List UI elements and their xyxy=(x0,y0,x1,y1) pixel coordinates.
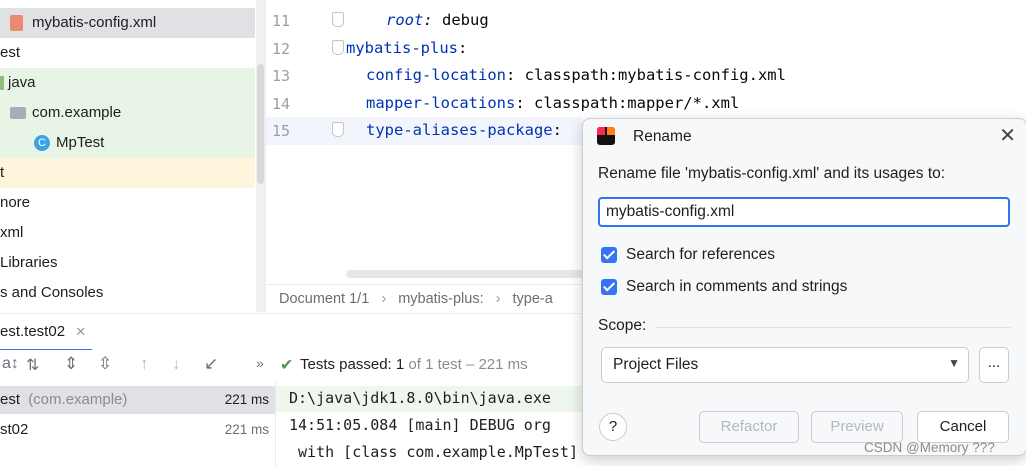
collapse-all-icon[interactable]: ⇳ xyxy=(98,354,112,374)
tests-status: Tests passed: 1 of 1 test – 221 ms xyxy=(300,356,528,373)
code-line-13: config-location: classpath:mybatis-confi… xyxy=(366,66,786,84)
sort-duration-icon[interactable]: ⇅ xyxy=(26,355,39,375)
expand-all-icon[interactable]: ⇕ xyxy=(64,354,78,374)
more-chevron-icon[interactable]: » xyxy=(256,355,264,371)
test-row-method[interactable]: st02 221 ms xyxy=(0,416,275,444)
breadcrumb: Document 1/1 › mybatis-plus: › type-a xyxy=(266,284,596,313)
chevron-down-icon: ▼ xyxy=(948,356,960,370)
tree-item-gitignore[interactable]: nore xyxy=(0,188,255,218)
run-tabs: est.test02 ✕ xyxy=(0,313,600,351)
next-failed-icon[interactable]: ↓ xyxy=(172,354,181,374)
close-icon[interactable]: ✕ xyxy=(75,324,86,339)
editor-horizontal-scrollbar[interactable] xyxy=(346,270,586,278)
test-results-tree: est (com.example) 221 ms st02 221 ms xyxy=(0,382,276,466)
scope-label: Scope: xyxy=(598,317,647,334)
line-number: 15 xyxy=(271,122,290,140)
code-line-15: type-aliases-package: xyxy=(366,121,562,139)
xml-file-icon xyxy=(10,15,23,31)
breadcrumb-document[interactable]: Document 1/1 xyxy=(279,291,369,307)
tree-item-java[interactable]: java xyxy=(0,68,255,98)
line-number: 11 xyxy=(271,12,290,30)
tree-item-external-libraries[interactable]: Libraries xyxy=(0,248,255,278)
fold-marker-icon[interactable] xyxy=(332,40,344,55)
dialog-title: Rename xyxy=(633,128,692,145)
preview-button[interactable]: Preview xyxy=(811,411,903,443)
code-line-14: mapper-locations: classpath:mapper/*.xml xyxy=(366,94,740,112)
rename-prompt: Rename file 'mybatis-config.xml' and its… xyxy=(598,165,946,182)
console-output[interactable]: D:\java\jdk1.8.0\bin\java.exe 14:51:05.0… xyxy=(276,382,596,466)
tree-item-mybatis-config[interactable]: mybatis-config.xml xyxy=(0,8,255,38)
export-icon[interactable]: ↙ xyxy=(204,354,218,374)
tree-item-mptest[interactable]: C MpTest xyxy=(0,128,255,158)
refactor-button[interactable]: Refactor xyxy=(699,411,799,443)
tree-item-pom[interactable]: xml xyxy=(0,218,255,248)
intellij-logo-icon xyxy=(597,127,615,145)
tree-item-scratches[interactable]: s and Consoles xyxy=(0,278,255,308)
search-references-checkbox[interactable] xyxy=(601,247,617,263)
help-button[interactable]: ? xyxy=(599,413,627,441)
fold-marker-icon[interactable] xyxy=(332,122,344,137)
console-line: 14:51:05.084 [main] DEBUG org xyxy=(289,416,551,434)
tab-run-test02[interactable]: est.test02 ✕ xyxy=(0,314,93,351)
folder-icon xyxy=(0,76,4,90)
package-icon xyxy=(10,107,26,119)
code-line-12: mybatis-plus: xyxy=(346,39,468,57)
line-number: 12 xyxy=(271,40,290,58)
fold-marker-icon[interactable] xyxy=(332,12,344,27)
line-number: 14 xyxy=(271,95,290,113)
breadcrumb-separator: › xyxy=(381,291,387,307)
breadcrumb-separator: › xyxy=(495,291,501,307)
close-icon[interactable]: ✕ xyxy=(999,123,1016,148)
scope-divider xyxy=(655,327,1011,328)
rename-dialog: Rename ✕ Rename file 'mybatis-config.xml… xyxy=(582,118,1026,456)
cancel-button[interactable]: Cancel xyxy=(917,411,1009,443)
check-icon: ✔ xyxy=(280,357,294,374)
watermark: CSDN @Memory ??? xyxy=(864,440,995,455)
tree-scrollbar[interactable] xyxy=(256,0,265,312)
console-line: D:\java\jdk1.8.0\bin\java.exe xyxy=(289,389,551,407)
previous-failed-icon[interactable]: ↑ xyxy=(140,354,149,374)
tree-item-test[interactable]: est xyxy=(0,38,255,68)
new-name-input[interactable] xyxy=(598,197,1010,227)
code-line-11: root: debug xyxy=(386,11,489,29)
search-comments-checkbox[interactable] xyxy=(601,279,617,295)
search-comments-label[interactable]: Search in comments and strings xyxy=(626,278,847,296)
class-icon: C xyxy=(34,135,50,151)
tree-item-out[interactable]: t xyxy=(0,158,255,188)
scope-more-button[interactable]: ... xyxy=(979,347,1009,383)
sort-alpha-icon[interactable]: a↕ xyxy=(2,355,19,373)
project-tree: mybatis-config.xml est java com.example … xyxy=(0,0,266,312)
scope-select[interactable]: Project Files ▼ xyxy=(601,347,969,383)
run-toolbar: a↕ ⇅ ⇕ ⇳ ↑ ↓ ↙ » ✔ Tests passed: 1 of 1 … xyxy=(0,350,600,382)
breadcrumb-mybatis-plus[interactable]: mybatis-plus: xyxy=(398,291,483,307)
breadcrumb-type-aliases[interactable]: type-a xyxy=(513,291,553,307)
tree-item-com-example[interactable]: com.example xyxy=(0,98,255,128)
test-row-class[interactable]: est (com.example) 221 ms xyxy=(0,386,275,414)
console-line: with [class com.example.MpTest] xyxy=(289,443,578,461)
search-references-label[interactable]: Search for references xyxy=(626,246,775,264)
line-number: 13 xyxy=(271,67,290,85)
